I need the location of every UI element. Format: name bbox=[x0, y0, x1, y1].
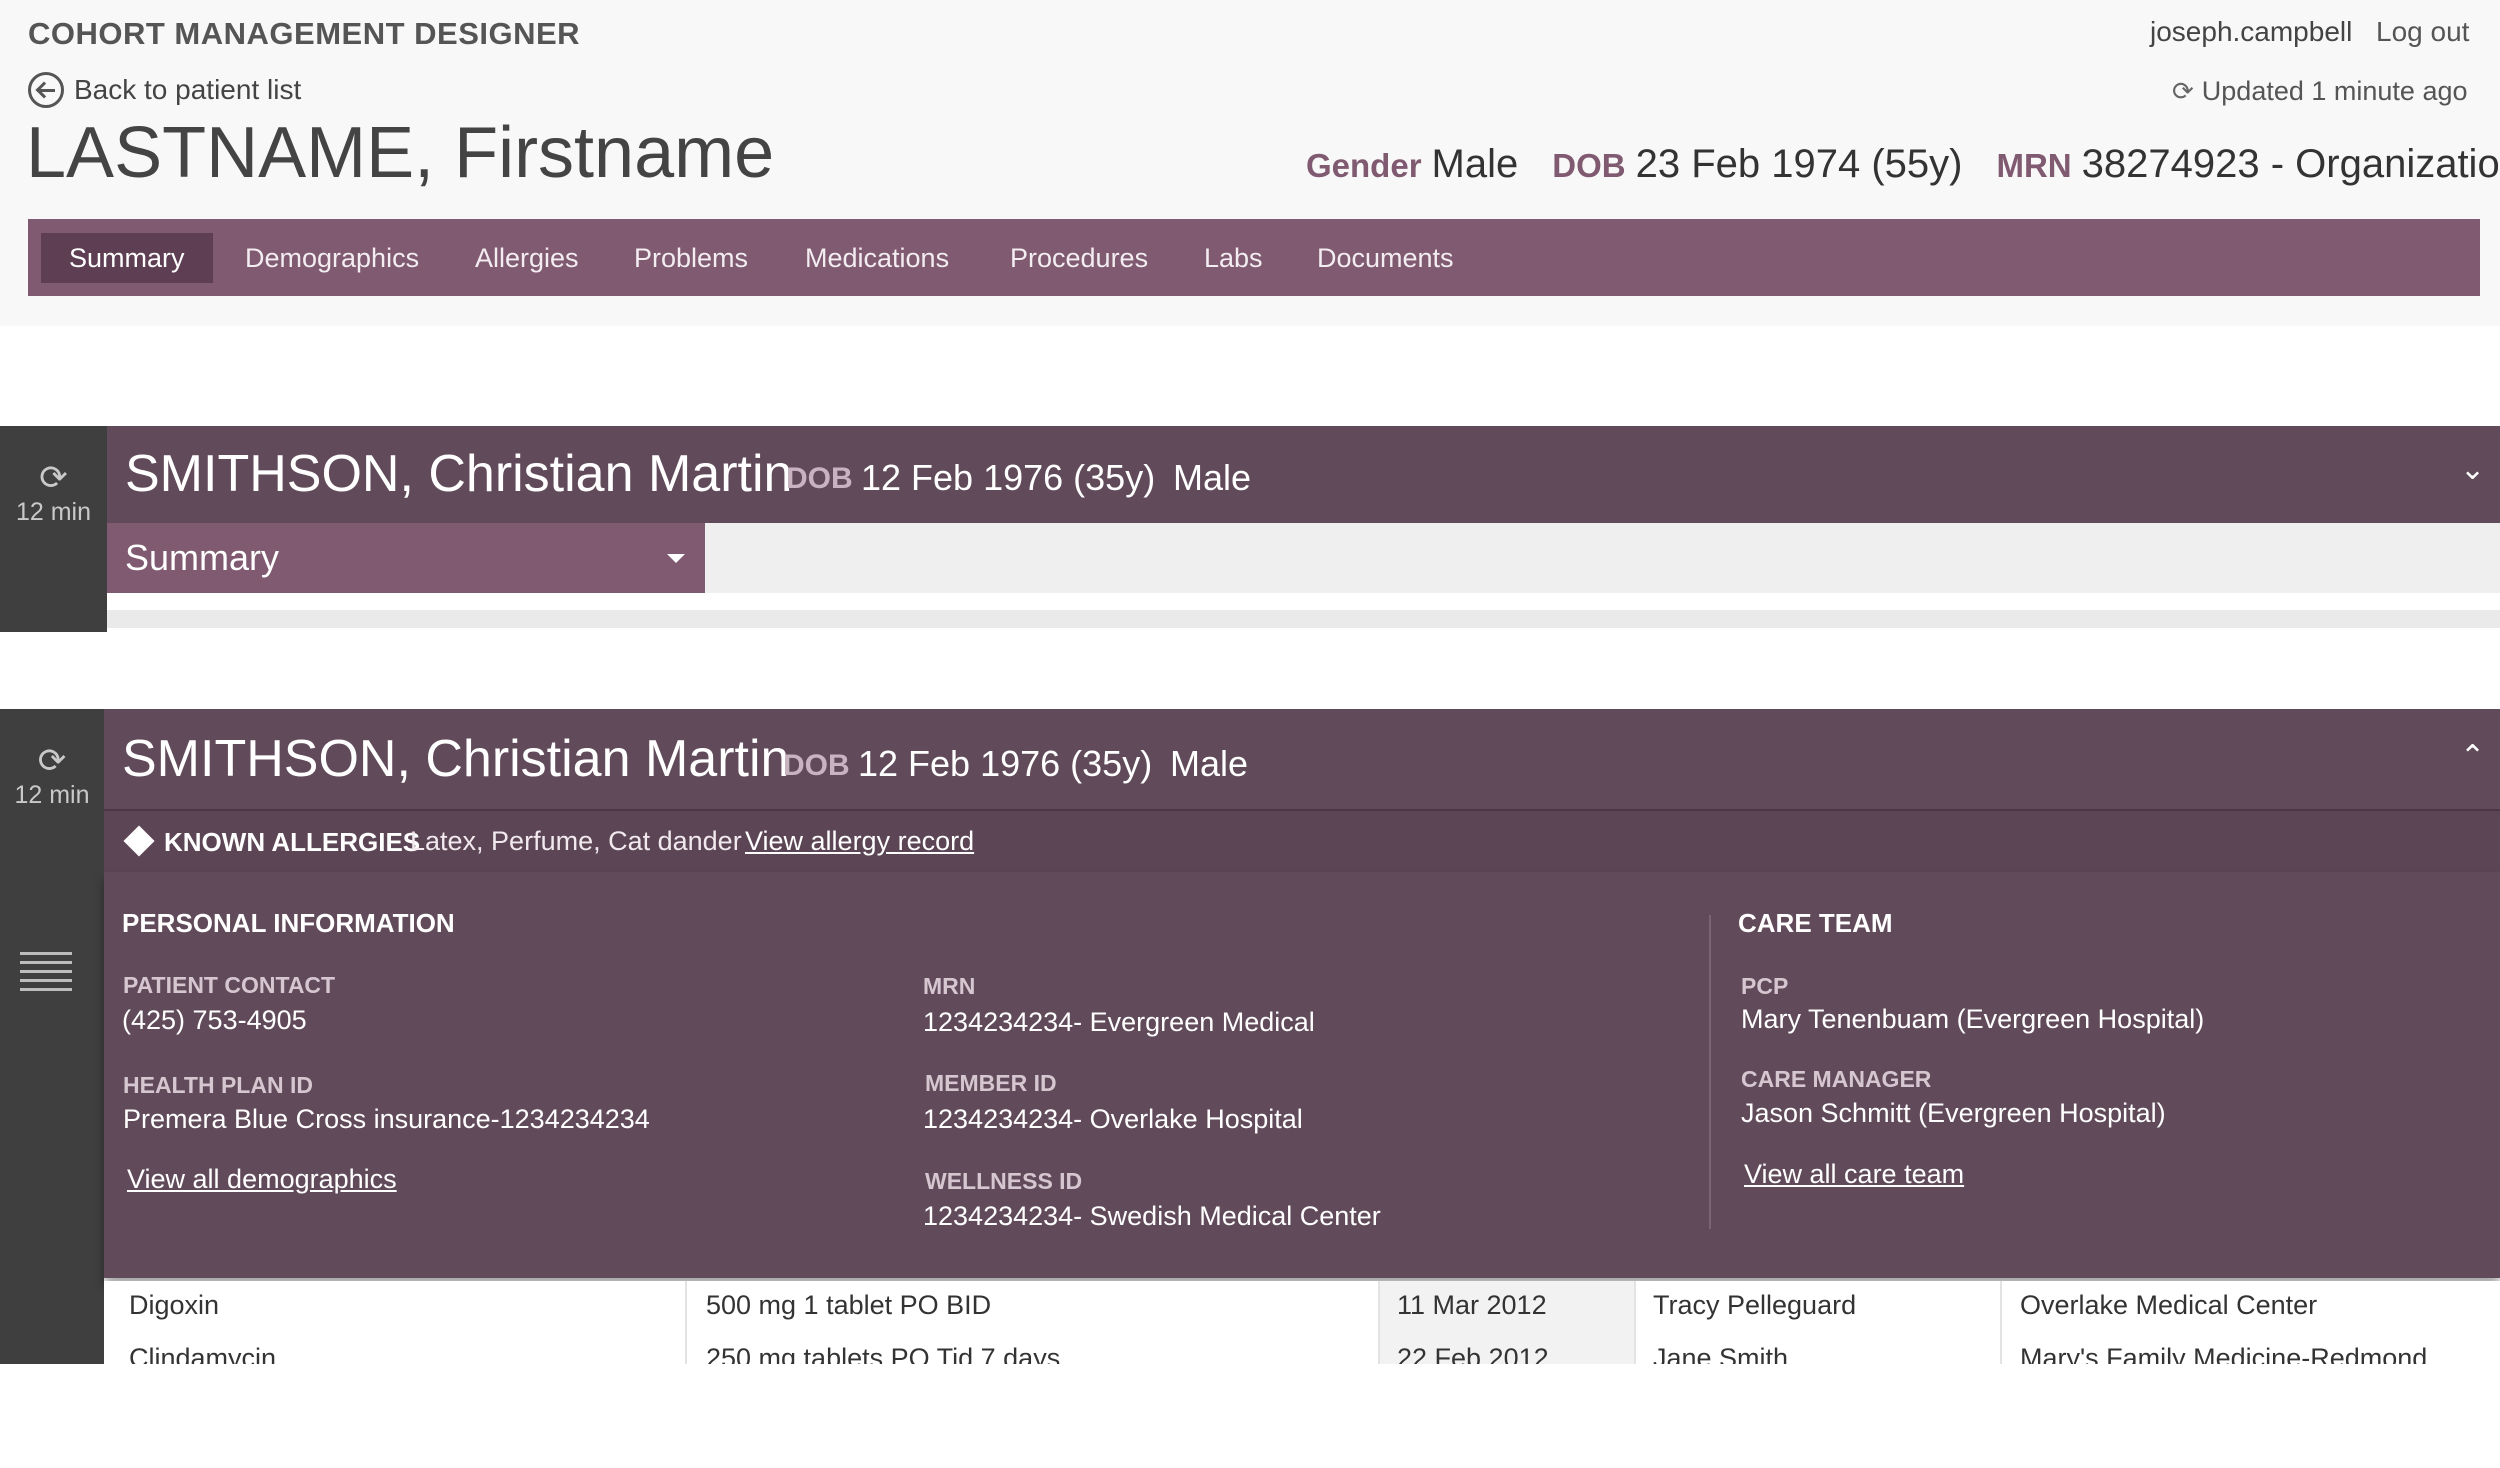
card1-dob-label: DOB bbox=[786, 462, 853, 495]
column-divider bbox=[1634, 1281, 1636, 1334]
tab-labs[interactable]: Labs bbox=[1176, 233, 1291, 283]
page-title: LASTNAME, Firstname bbox=[26, 113, 775, 193]
tab-procedures[interactable]: Procedures bbox=[982, 233, 1176, 283]
health-plan-label: HEALTH PLAN ID bbox=[123, 1072, 313, 1098]
chevron-down-icon[interactable]: ⌄ bbox=[2460, 452, 2485, 487]
view-allergy-record-link[interactable]: View allergy record bbox=[745, 826, 974, 857]
medication-prescriber: Tracy Pelleguard bbox=[1653, 1290, 1857, 1320]
card2-rail: ⟳ 12 min bbox=[0, 709, 104, 1364]
back-arrow-icon bbox=[28, 72, 64, 108]
card2-refresh-time: 12 min bbox=[14, 781, 90, 809]
gender-label: Gender bbox=[1306, 147, 1422, 184]
card2-dob-value: 12 Feb 1976 (35y) bbox=[858, 743, 1153, 784]
card2-header[interactable]: SMITHSON, Christian Martin DOB 12 Feb 19… bbox=[104, 709, 2500, 809]
card1-patient-name: SMITHSON, Christian Martin bbox=[125, 445, 793, 503]
card1-refresh-time: 12 min bbox=[15, 498, 92, 526]
member-id-value: 1234234234- Overlake Hospital bbox=[923, 1104, 1303, 1134]
patient-demographics: Gender Male DOB 23 Feb 1974 (55y) MRN 3827492… bbox=[1306, 142, 2500, 187]
care-team-title: CARE TEAM bbox=[1738, 908, 1893, 938]
card2-patient-name: SMITHSON, Christian Martin bbox=[122, 730, 790, 788]
card1-rail: ⟳ 12 min bbox=[0, 426, 107, 632]
known-allergies-value: Latex, Perfume, Cat dander bbox=[410, 826, 742, 856]
medication-dose: 500 mg 1 tablet PO BID bbox=[706, 1290, 992, 1320]
logout-link[interactable]: Log out bbox=[2376, 16, 2469, 48]
username[interactable]: joseph.campbell bbox=[2150, 16, 2352, 48]
back-to-patient-list-link[interactable]: Back to patient list bbox=[28, 72, 301, 108]
card2-summary-panel: PERSONAL INFORMATION PATIENT CONTACT (42… bbox=[104, 872, 2500, 1278]
medication-name: Digoxin bbox=[129, 1290, 220, 1320]
care-manager-label: CARE MANAGER bbox=[1741, 1066, 1932, 1092]
medication-date: 11 Mar 2012 bbox=[1397, 1290, 1547, 1320]
column-divider bbox=[1378, 1334, 1380, 1364]
health-plan-value: Premera Blue Cross insurance-1234234234 bbox=[123, 1104, 650, 1134]
section-divider bbox=[1709, 915, 1711, 1229]
card1-view-select[interactable]: Summary bbox=[107, 523, 705, 593]
medication-location: Mary's Family Medicine-Redmond bbox=[2020, 1343, 2428, 1364]
member-id-label: MEMBER ID bbox=[925, 1070, 1057, 1096]
column-divider bbox=[1634, 1334, 1636, 1364]
main-tabs: Summary Demographics Allergies Problems … bbox=[28, 219, 2480, 296]
known-allergies-label: KNOWN ALLERGIES bbox=[164, 827, 421, 857]
wellness-id-label: WELLNESS ID bbox=[925, 1168, 1083, 1194]
card2-dob-label: DOB bbox=[783, 749, 850, 782]
dob-label: DOB bbox=[1552, 147, 1626, 184]
view-all-care-team-link[interactable]: View all care team bbox=[1744, 1159, 1964, 1190]
back-link-label: Back to patient list bbox=[74, 74, 302, 105]
wellness-id-value: 1234234234- Swedish Medical Center bbox=[923, 1201, 1381, 1231]
tab-problems[interactable]: Problems bbox=[606, 233, 776, 283]
mrn-value: 38274923 - Organization bbox=[2081, 142, 2500, 186]
column-divider bbox=[1378, 1281, 1380, 1334]
gender-value: Male bbox=[1431, 142, 1519, 186]
chevron-up-icon[interactable]: ⌃ bbox=[2460, 739, 2485, 774]
column-divider bbox=[2000, 1281, 2002, 1334]
pcp-value: Mary Tenenbuam (Evergreen Hospital) bbox=[1741, 1004, 2205, 1034]
care-manager-value: Jason Schmitt (Evergreen Hospital) bbox=[1741, 1098, 2166, 1128]
warning-diamond-icon bbox=[123, 825, 155, 857]
tab-documents[interactable]: Documents bbox=[1289, 233, 1482, 283]
refresh-icon[interactable]: ⟳ bbox=[0, 458, 107, 498]
page-background bbox=[0, 1364, 2500, 1468]
medication-prescriber: Jane Smith bbox=[1653, 1343, 1789, 1364]
card2-gender: Male bbox=[1170, 743, 1249, 784]
tab-demographics[interactable]: Demographics bbox=[217, 233, 447, 283]
personal-information-title: PERSONAL INFORMATION bbox=[122, 908, 455, 938]
tab-medications[interactable]: Medications bbox=[777, 233, 977, 283]
table-row-clipped: Clindamycin 250 mg tablets PO Tid 7 days… bbox=[104, 1334, 2500, 1364]
refresh-icon[interactable]: ⟳ bbox=[0, 741, 104, 781]
refresh-icon[interactable]: ⟳ bbox=[2172, 76, 2194, 107]
column-divider bbox=[2000, 1334, 2002, 1364]
caret-down-icon bbox=[667, 554, 685, 563]
card1-header[interactable]: SMITHSON, Christian Martin DOB 12 Feb 19… bbox=[107, 426, 2500, 523]
updated-status: ⟳ Updated 1 minute ago bbox=[2172, 76, 2468, 107]
card1-gender: Male bbox=[1173, 457, 1252, 498]
mrn-label: MRN bbox=[923, 973, 976, 999]
column-divider bbox=[685, 1334, 687, 1364]
pcp-label: PCP bbox=[1741, 973, 1789, 999]
table-row[interactable]: Digoxin 500 mg 1 tablet PO BID 11 Mar 20… bbox=[104, 1281, 2500, 1336]
known-allergies-bar: KNOWN ALLERGIES Latex, Perfume, Cat dand… bbox=[104, 809, 2500, 872]
list-icon[interactable] bbox=[20, 952, 72, 997]
dob-value: 23 Feb 1974 (55y) bbox=[1635, 142, 1963, 186]
table-row[interactable]: Clindamycin 250 mg tablets PO Tid 7 days… bbox=[104, 1334, 2500, 1364]
tab-allergies[interactable]: Allergies bbox=[447, 233, 607, 283]
app-title: COHORT MANAGEMENT DESIGNER bbox=[28, 16, 581, 51]
tab-summary[interactable]: Summary bbox=[41, 233, 213, 283]
column-divider bbox=[685, 1281, 687, 1334]
medication-name: Clindamycin bbox=[129, 1343, 277, 1364]
card1-content-peek bbox=[107, 610, 2500, 628]
view-all-demographics-link[interactable]: View all demographics bbox=[127, 1164, 397, 1195]
patient-contact-value: (425) 753-4905 bbox=[122, 1005, 307, 1035]
mrn-label: MRN bbox=[1996, 147, 2072, 184]
updated-text: Updated 1 minute ago bbox=[2201, 76, 2468, 106]
card1-dob-value: 12 Feb 1976 (35y) bbox=[861, 457, 1156, 498]
mrn-value: 1234234234- Evergreen Medical bbox=[923, 1007, 1315, 1037]
medication-dose: 250 mg tablets PO Tid 7 days bbox=[706, 1343, 1061, 1364]
card1-view-select-value: Summary bbox=[125, 537, 280, 578]
medication-date: 22 Feb 2012 bbox=[1397, 1343, 1549, 1364]
medication-location: Overlake Medical Center bbox=[2020, 1290, 2318, 1320]
patient-contact-label: PATIENT CONTACT bbox=[123, 972, 336, 998]
